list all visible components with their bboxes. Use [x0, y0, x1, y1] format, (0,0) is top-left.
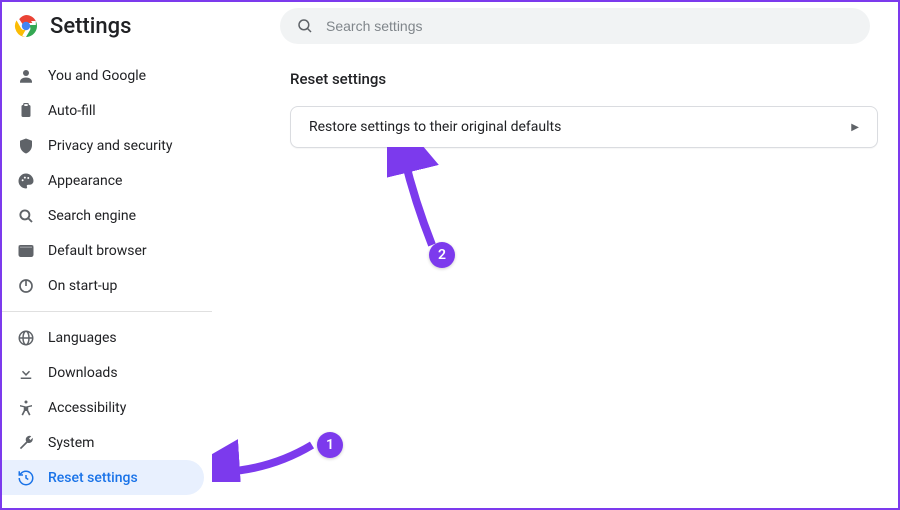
content-area: Reset settings Restore settings to their…	[212, 50, 898, 508]
sidebar-item-label: Downloads	[48, 365, 118, 381]
annotation-badge-2: 2	[429, 242, 455, 268]
sidebar-item-label: Privacy and security	[48, 138, 172, 154]
accessibility-icon	[16, 399, 36, 417]
sidebar-item-label: Accessibility	[48, 400, 126, 416]
sidebar-item-label: System	[48, 435, 94, 451]
sidebar-item-on-start-up[interactable]: On start-up	[2, 268, 204, 303]
section-title: Reset settings	[290, 70, 878, 88]
wrench-icon	[16, 434, 36, 452]
sidebar-item-reset-settings[interactable]: Reset settings	[2, 460, 204, 495]
sidebar-item-label: Default browser	[48, 243, 147, 259]
sidebar-item-auto-fill[interactable]: Auto-fill	[2, 93, 204, 128]
sidebar-item-search-engine[interactable]: Search engine	[2, 198, 204, 233]
sidebar-item-label: Search engine	[48, 208, 136, 224]
globe-icon	[16, 329, 36, 347]
download-icon	[16, 364, 36, 382]
card-label: Restore settings to their original defau…	[309, 119, 561, 135]
browser-icon	[16, 242, 36, 260]
person-icon	[16, 67, 36, 85]
sidebar: You and Google Auto-fill Privacy and sec…	[2, 50, 212, 508]
sidebar-item-accessibility[interactable]: Accessibility	[2, 390, 204, 425]
sidebar-item-label: On start-up	[48, 278, 117, 294]
search-input[interactable]	[326, 18, 854, 34]
annotation-badge-1: 1	[317, 432, 343, 458]
sidebar-item-system[interactable]: System	[2, 425, 204, 460]
chrome-logo-icon	[14, 14, 38, 38]
search-icon	[16, 207, 36, 225]
power-icon	[16, 277, 36, 295]
sidebar-item-default-browser[interactable]: Default browser	[2, 233, 204, 268]
sidebar-item-label: Appearance	[48, 173, 122, 189]
shield-icon	[16, 137, 36, 155]
sidebar-item-label: Languages	[48, 330, 117, 346]
clipboard-icon	[16, 102, 36, 120]
sidebar-item-appearance[interactable]: Appearance	[2, 163, 204, 198]
restore-defaults-card[interactable]: Restore settings to their original defau…	[290, 106, 878, 148]
chevron-right-icon: ▶	[851, 122, 859, 133]
search-icon	[296, 17, 314, 35]
sidebar-item-you-and-google[interactable]: You and Google	[2, 58, 204, 93]
sidebar-item-languages[interactable]: Languages	[2, 320, 204, 355]
sidebar-item-label: Reset settings	[48, 470, 138, 486]
search-box[interactable]	[280, 8, 870, 44]
sidebar-item-label: Auto-fill	[48, 103, 96, 119]
palette-icon	[16, 172, 36, 190]
sidebar-divider	[2, 311, 212, 312]
page-title: Settings	[50, 14, 290, 39]
sidebar-item-label: You and Google	[48, 68, 146, 84]
sidebar-item-downloads[interactable]: Downloads	[2, 355, 204, 390]
sidebar-item-privacy-security[interactable]: Privacy and security	[2, 128, 204, 163]
restore-icon	[16, 469, 36, 487]
